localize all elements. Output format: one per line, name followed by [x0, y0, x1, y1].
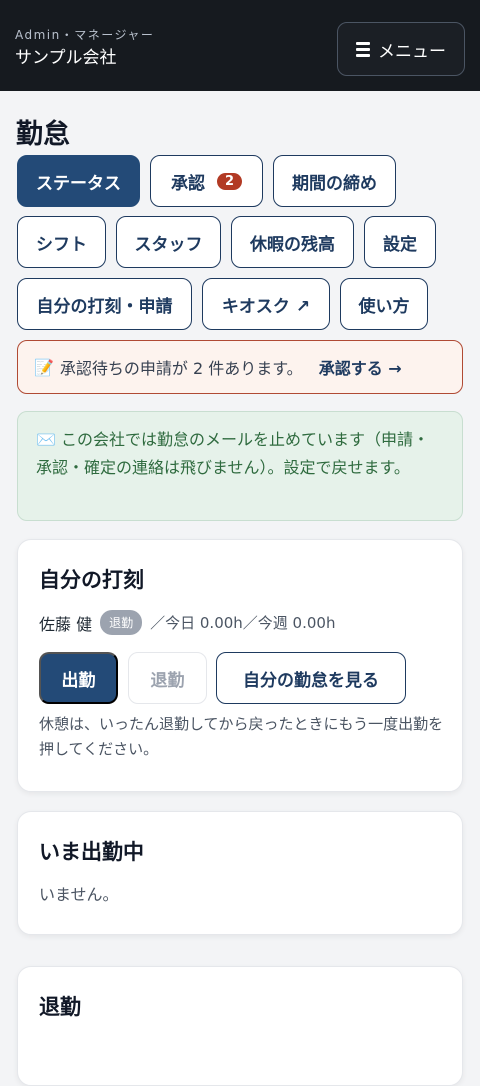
tab-leave-balance[interactable]: 休暇の残高 [231, 216, 354, 268]
pending-approval-alert: 📝 承認待ちの申請が 2 件あります。 承認する → [17, 340, 463, 394]
tab-label: 設定 [383, 234, 417, 255]
tab-staff[interactable]: スタッフ [116, 216, 221, 268]
my-punch-card: 自分の打刻 佐藤 健 退勤 ／今日 0.00h／今週 0.00h 出勤 退勤 自… [17, 539, 463, 792]
view-my-attendance-button[interactable]: 自分の勤怠を見る [216, 652, 406, 704]
tab-label: シフト [36, 234, 87, 255]
pending-text: 承認待ちの申請が 2 件あります。 [59, 359, 303, 378]
status-badge: 退勤 [100, 610, 143, 635]
approval-count-badge: 2 [216, 172, 243, 190]
empty-message: いません。 [39, 885, 119, 904]
tab-settings[interactable]: 設定 [364, 216, 436, 268]
tab-label: 休暇の残高 [250, 234, 335, 255]
user-role: Admin・マネージャー [15, 28, 155, 42]
tab-my-punch[interactable]: 自分の打刻・申請 [17, 278, 192, 330]
tab-label: 使い方 [358, 296, 410, 317]
tab-label: 期間の締め [292, 173, 377, 194]
menu-label: メニュー [378, 41, 446, 62]
tab-label: スタッフ [134, 234, 203, 255]
tab-how-to[interactable]: 使い方 [340, 278, 428, 330]
mail-notice-text: この会社では勤怠のメールを止めています（申請・承認・確定の連絡は飛びません）。設… [36, 430, 430, 477]
tab-label: 承認 [170, 173, 205, 194]
mail-disabled-notice: ✉️ この会社では勤怠のメールを止めています（申請・承認・確定の連絡は飛びません… [17, 411, 463, 521]
tab-status[interactable]: ステータス [17, 155, 140, 207]
tab-kiosk[interactable]: キオスク ↗ [202, 278, 330, 330]
tab-label: ステータス [36, 173, 121, 194]
hamburger-icon [356, 41, 370, 57]
menu-button[interactable]: メニュー [337, 22, 465, 76]
top-bar: Admin・マネージャー サンプル会社 メニュー [0, 0, 480, 91]
company-name: サンプル会社 [15, 48, 117, 68]
envelope-icon: ✉️ [36, 430, 56, 449]
break-hint: 休憩は、いったん退勤してから戻ったときにもう一度出勤を押してください。 [39, 715, 444, 758]
user-name: 佐藤 健 [39, 614, 93, 634]
tab-period-close[interactable]: 期間の締め [273, 155, 396, 207]
clock-out-button[interactable]: 退勤 [128, 652, 207, 704]
memo-icon: 📝 [34, 357, 54, 377]
card-title: いま出勤中 [39, 840, 144, 864]
tab-label: 自分の打刻・申請 [36, 296, 173, 317]
working-now-card: いま出勤中 いません。 [17, 811, 463, 935]
clock-in-button[interactable]: 出勤 [39, 652, 118, 704]
tab-approval[interactable]: 承認 2 [150, 155, 263, 207]
card-title: 退勤 [39, 995, 81, 1019]
page-title: 勤怠 [16, 119, 70, 150]
card-title: 自分の打刻 [39, 568, 144, 592]
tab-label: キオスク ↗ [221, 296, 311, 317]
clocked-out-card: 退勤 [17, 966, 463, 1086]
user-status-line: 佐藤 健 退勤 ／今日 0.00h／今週 0.00h [39, 610, 335, 635]
tab-shift[interactable]: シフト [17, 216, 106, 268]
approve-link[interactable]: 承認する → [319, 355, 402, 379]
work-hours: ／今日 0.00h／今週 0.00h [150, 614, 336, 632]
